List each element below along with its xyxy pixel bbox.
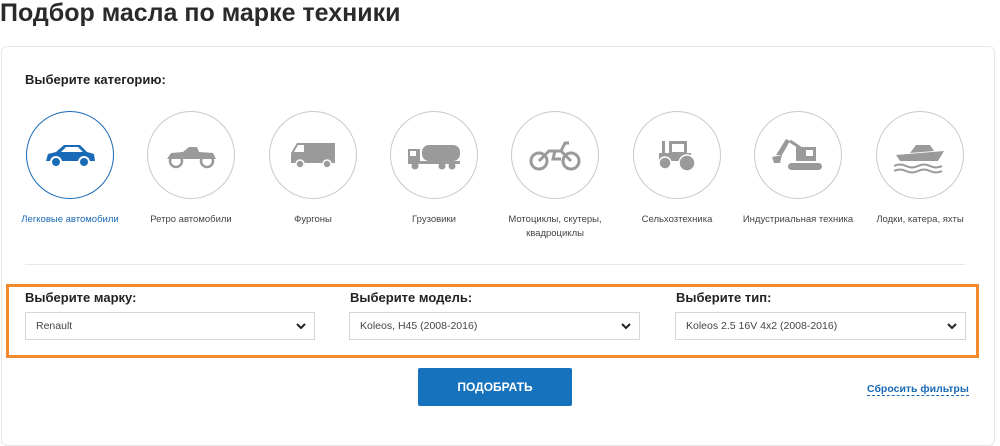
- category-trucks[interactable]: Грузовики: [373, 111, 495, 227]
- chevron-down-icon: [296, 323, 306, 330]
- type-select-value: Koleos 2.5 16V 4x2 (2008-2016): [686, 320, 838, 332]
- retro-car-icon: [167, 147, 216, 169]
- category-agricultural[interactable]: Сельхозтехника: [616, 111, 738, 227]
- page-title: Подбор масла по марке техники: [0, 0, 401, 27]
- category-list: Легковые автомобили Ретро автомобили Фур…: [0, 111, 1000, 241]
- model-label: Выберите модель:: [350, 290, 473, 305]
- category-motorcycles[interactable]: Мотоциклы, скутеры, квадроциклы: [494, 111, 616, 241]
- motorcycle-icon: [529, 141, 581, 171]
- tractor-icon: [658, 141, 696, 172]
- submit-button[interactable]: ПОДОБРАТЬ: [418, 368, 572, 406]
- model-select[interactable]: Koleos, H45 (2008-2016): [349, 312, 640, 340]
- car-icon: [46, 145, 95, 168]
- van-icon: [291, 143, 335, 169]
- truck-icon: [408, 145, 460, 170]
- chevron-down-icon: [947, 323, 957, 330]
- excavator-icon: [772, 139, 822, 170]
- category-retro-cars[interactable]: Ретро автомобили: [130, 111, 252, 227]
- divider: [25, 264, 965, 265]
- chevron-down-icon: [621, 323, 631, 330]
- category-industrial[interactable]: Индустриальная техника: [737, 111, 859, 227]
- category-label: Выберите категорию:: [25, 72, 166, 87]
- category-passenger-cars[interactable]: Легковые автомобили: [9, 111, 131, 227]
- type-label: Выберите тип:: [676, 290, 772, 305]
- type-select[interactable]: Koleos 2.5 16V 4x2 (2008-2016): [675, 312, 966, 340]
- boat-icon: [893, 145, 944, 174]
- model-select-value: Koleos, H45 (2008-2016): [360, 320, 478, 332]
- brand-select[interactable]: Renault: [25, 312, 315, 340]
- brand-label: Выберите марку:: [25, 290, 137, 305]
- reset-filters-link[interactable]: Сбросить фильтры: [867, 383, 969, 396]
- brand-select-value: Renault: [36, 320, 73, 332]
- category-vans[interactable]: Фургоны: [252, 111, 374, 227]
- category-boats[interactable]: Лодки, катера, яхты: [859, 111, 981, 227]
